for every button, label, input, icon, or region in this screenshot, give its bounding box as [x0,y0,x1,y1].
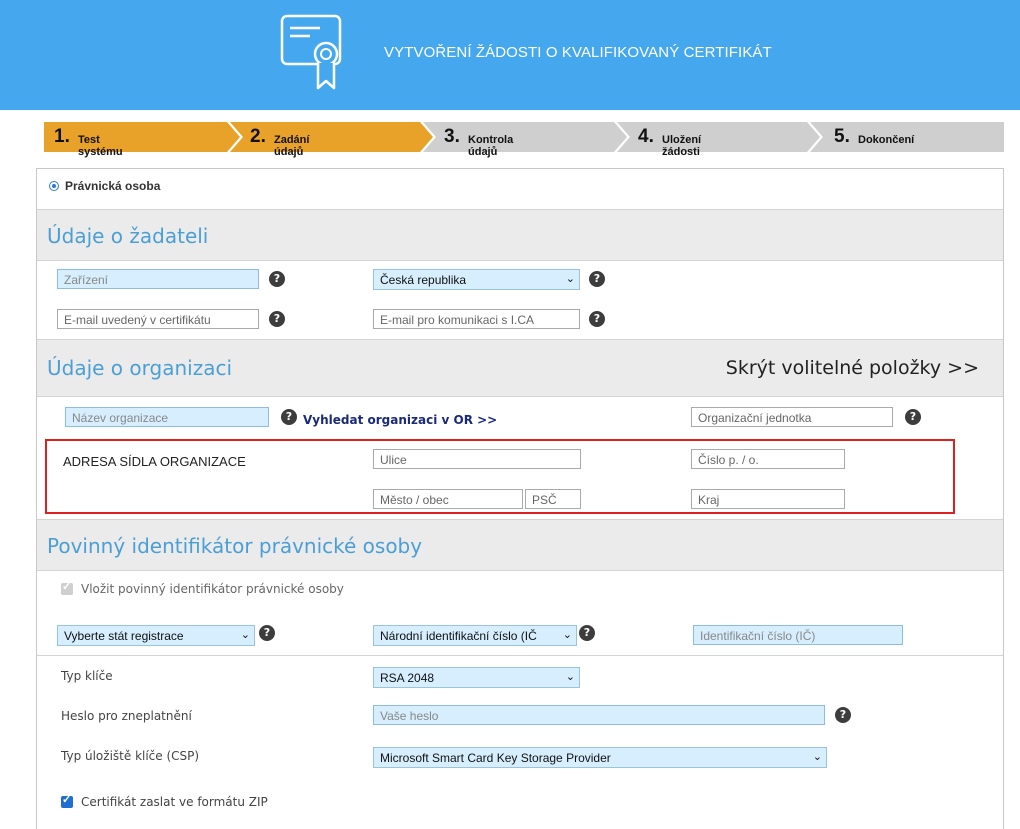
city-input[interactable]: Město / obec [373,489,523,509]
registration-country-select[interactable]: Vyberte stát registrace ⌄ [57,625,255,646]
zip-placeholder: PSČ [532,493,557,507]
key-type-value: RSA 2048 [380,671,435,685]
org-unit-placeholder: Organizační jednotka [698,411,812,425]
csp-label: Typ úložiště klíče (CSP) [61,749,200,763]
legal-person-radio[interactable] [49,181,59,191]
step-label: Test systému [78,134,123,158]
country-select[interactable]: Česká republika ⌄ [373,269,580,290]
registration-country-value: Vyberte stát registrace [64,629,184,643]
zip-format-checkbox[interactable] [61,793,73,808]
id-type-select[interactable]: Národní identifikační číslo (IČ ⌄ [373,625,577,646]
email-cert-input[interactable]: E-mail uvedený v certifikátu [57,309,259,329]
help-icon[interactable]: ? [269,271,285,287]
device-placeholder: Zařízení [64,273,109,287]
organization-section-header: Údaje o organizaci Skrýt volitelné polož… [37,339,1003,397]
help-icon[interactable]: ? [835,707,851,723]
org-name-placeholder: Název organizace [72,411,169,425]
insert-identifier-checkbox[interactable] [61,580,73,595]
step-label: Dokončení [858,134,915,146]
chevron-down-icon: ⌄ [565,671,575,683]
csp-value: Microsoft Smart Card Key Storage Provide… [380,751,611,765]
section-title: Údaje o žadateli [47,224,209,248]
region-placeholder: Kraj [698,493,720,507]
chevron-down-icon: ⌄ [240,629,250,641]
request-form: Právnická osoba Údaje o žadateli Zařízen… [36,168,1004,829]
org-name-input[interactable]: Název organizace [65,407,269,427]
country-select-value: Česká republika [380,273,467,287]
step-label: Kontrola údajů [468,134,514,158]
email-comm-placeholder: E-mail pro komunikaci s I.CA [380,313,535,327]
help-icon[interactable]: ? [259,625,275,641]
key-type-label: Typ klíče [61,669,113,683]
search-org-link[interactable]: Vyhledat organizaci v OR >> [303,413,497,427]
email-comm-input[interactable]: E-mail pro komunikaci s I.CA [373,309,580,329]
device-input[interactable]: Zařízení [57,269,259,289]
address-label: ADRESA SÍDLA ORGANIZACE [63,454,246,469]
city-placeholder: Město / obec [380,493,449,507]
csp-select[interactable]: Microsoft Smart Card Key Storage Provide… [373,747,827,768]
applicant-section-header: Údaje o žadateli [37,209,1003,261]
step-number: 5. [834,126,850,147]
step-number: 2. [250,126,266,147]
section-title: Povinný identifikátor právnické osoby [47,534,423,558]
chevron-down-icon: ⌄ [562,629,572,641]
house-number-placeholder: Číslo p. / o. [698,453,759,467]
help-icon[interactable]: ? [269,311,285,327]
revoke-password-label: Heslo pro zneplatnění [61,709,192,723]
revoke-password-placeholder: Vaše heslo [380,709,439,723]
street-placeholder: Ulice [380,453,407,467]
step-label: Zadání údajů [274,134,310,158]
step-number: 3. [444,126,460,147]
certificate-icon [280,14,342,90]
legal-person-label: Právnická osoba [65,179,161,193]
wizard-steps: 1. Test systému 2. Zadání údajů 3. Kontr… [44,122,1004,158]
step-label: Uložení žádosti [662,134,702,158]
zip-input[interactable]: PSČ [525,489,581,509]
help-icon[interactable]: ? [905,409,921,425]
id-number-input[interactable]: Identifikační číslo (IČ) [693,625,903,645]
chevron-down-icon: ⌄ [565,273,575,285]
help-icon[interactable]: ? [281,409,297,425]
toggle-optional-link[interactable]: Skrýt volitelné položky >> [726,357,979,379]
email-cert-placeholder: E-mail uvedený v certifikátu [64,313,211,327]
id-type-value: Národní identifikační číslo (IČ [380,629,537,643]
section-title: Údaje o organizaci [47,356,232,380]
region-input[interactable]: Kraj [691,489,845,509]
help-icon[interactable]: ? [579,625,595,641]
house-number-input[interactable]: Číslo p. / o. [691,449,845,469]
key-type-select[interactable]: RSA 2048 ⌄ [373,667,580,688]
identifier-section-header: Povinný identifikátor právnické osoby [37,519,1003,571]
help-icon[interactable]: ? [589,271,605,287]
street-input[interactable]: Ulice [373,449,581,469]
header-banner: VYTVOŘENÍ ŽÁDOSTI O KVALIFIKOVANÝ CERTIF… [0,0,1020,110]
step-number: 1. [54,126,70,147]
step-number: 4. [638,126,654,147]
id-number-placeholder: Identifikační číslo (IČ) [700,629,816,643]
help-icon[interactable]: ? [589,311,605,327]
zip-format-label: Certifikát zaslat ve formátu ZIP [81,795,268,809]
org-unit-input[interactable]: Organizační jednotka [691,407,893,427]
insert-identifier-label: Vložit povinný identifikátor právnické o… [81,582,344,596]
divider [37,655,1003,656]
page-title: VYTVOŘENÍ ŽÁDOSTI O KVALIFIKOVANÝ CERTIF… [384,44,772,61]
chevron-down-icon: ⌄ [812,751,822,763]
revoke-password-input[interactable]: Vaše heslo [373,705,825,725]
